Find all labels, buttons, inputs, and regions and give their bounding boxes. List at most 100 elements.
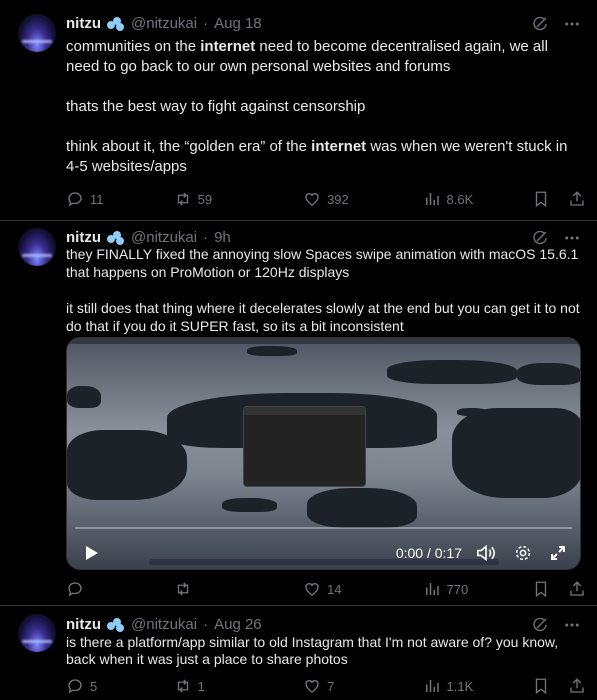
tweet-actions: 14 770 [66, 579, 586, 599]
tweet-paragraph: is there a platform/app similar to old I… [66, 634, 559, 667]
video-frame-rock [387, 360, 517, 384]
bookmark-icon[interactable] [532, 190, 550, 208]
video-frame-rock [452, 408, 580, 498]
views-count: 8.6K [446, 191, 474, 207]
tweet-header: nitzu @nitzukai · Aug 18 [66, 15, 262, 32]
views-icon [423, 190, 441, 208]
author-handle[interactable]: @nitzukai [131, 616, 197, 633]
like-count: 392 [327, 191, 349, 207]
video-progress-bar[interactable] [75, 527, 572, 529]
avatar[interactable] [18, 228, 56, 266]
author-name[interactable]: nitzu [66, 229, 101, 246]
views-icon [423, 580, 441, 598]
tweet-timestamp[interactable]: Aug 26 [214, 616, 262, 633]
video-frame-rock [247, 346, 297, 356]
verified-badge-icon [107, 230, 125, 245]
author-handle[interactable]: @nitzukai [131, 15, 197, 32]
like-icon [303, 580, 321, 598]
reply-icon [66, 677, 84, 695]
bookmark-icon[interactable] [532, 677, 550, 695]
grok-icon[interactable] [531, 15, 549, 33]
video-frame-rock [517, 363, 580, 385]
video-frame-rock [222, 498, 277, 512]
reply-button[interactable]: 5 [66, 677, 136, 695]
video-frame-rock [307, 488, 417, 528]
more-icon[interactable] [563, 616, 581, 634]
share-icon[interactable] [568, 190, 586, 208]
tweet-text: they FINALLY fixed the annoying slow Spa… [66, 245, 581, 335]
author-name[interactable]: nitzu [66, 616, 101, 633]
author-name[interactable]: nitzu [66, 15, 101, 32]
repost-icon [174, 580, 192, 598]
like-icon [303, 190, 321, 208]
tweet-paragraph: thats the best way to fight against cens… [66, 98, 366, 115]
reply-count: 5 [90, 678, 98, 694]
like-button[interactable]: 14 [303, 580, 422, 598]
bookmark-icon[interactable] [532, 580, 550, 598]
video-frame-rock [457, 408, 487, 416]
tweet-actions: 5 1 7 1.1K [66, 676, 586, 696]
video-frame-rock [67, 430, 187, 500]
reply-count: 11 [90, 191, 104, 207]
divider [0, 220, 597, 221]
share-icon[interactable] [568, 677, 586, 695]
like-count: 7 [327, 678, 335, 694]
tweet-paragraph: think about it, the “golden era” of the … [66, 138, 568, 175]
repost-count: 59 [197, 191, 213, 207]
tweet-paragraph: they FINALLY fixed the annoying slow Spa… [66, 246, 579, 280]
separator: · [203, 229, 209, 246]
video-player[interactable]: 0:00 / 0:17 [66, 337, 581, 570]
like-icon [303, 677, 321, 695]
tweet-timestamp[interactable]: Aug 18 [214, 15, 262, 32]
like-button[interactable]: 392 [303, 190, 422, 208]
fullscreen-icon[interactable] [550, 545, 566, 561]
tweet-actions: 11 59 392 8.6K [66, 189, 586, 209]
more-icon[interactable] [563, 15, 581, 33]
play-icon[interactable] [83, 545, 99, 561]
author-handle[interactable]: @nitzukai [131, 229, 197, 246]
tweet-header: nitzu @nitzukai · 9h [66, 229, 231, 246]
tweet-paragraph: it still does that thing where it decele… [66, 300, 580, 334]
tweet-header: nitzu @nitzukai · Aug 26 [66, 616, 262, 633]
share-icon[interactable] [568, 580, 586, 598]
settings-icon[interactable] [514, 544, 532, 562]
grok-icon[interactable] [531, 616, 549, 634]
tweet-header-icons [531, 15, 581, 33]
repost-button[interactable]: 59 [174, 190, 303, 208]
repost-icon [174, 190, 192, 208]
verified-badge-icon [107, 617, 125, 632]
volume-icon[interactable] [476, 544, 496, 562]
views-button[interactable]: 1.1K [423, 677, 532, 695]
video-time: 0:00 / 0:17 [395, 545, 462, 561]
reply-icon [66, 580, 84, 598]
like-count: 14 [327, 581, 342, 597]
tweet-timestamp[interactable]: 9h [214, 229, 231, 246]
reply-button[interactable]: 11 [66, 190, 136, 208]
tweet-text: is there a platform/app similar to old I… [66, 634, 581, 668]
avatar[interactable] [18, 614, 56, 652]
views-button[interactable]: 770 [423, 580, 532, 598]
tweet-text: communities on the internet need to beco… [66, 37, 581, 177]
views-button[interactable]: 8.6K [423, 190, 532, 208]
verified-badge-icon [107, 16, 125, 31]
divider [0, 605, 597, 606]
video-controls: 0:00 / 0:17 [67, 538, 580, 568]
avatar[interactable] [18, 14, 56, 52]
separator: · [203, 616, 209, 633]
repost-count: 1 [197, 678, 205, 694]
video-frame-menubar [67, 338, 580, 344]
like-button[interactable]: 7 [303, 677, 422, 695]
tweet-paragraph: communities on the internet need to beco… [66, 38, 548, 75]
repost-button[interactable]: 1 [174, 677, 303, 695]
video-frame-rock [67, 386, 101, 408]
tweet-header-icons [531, 616, 581, 634]
video-frame-window [243, 406, 366, 487]
views-count: 770 [446, 581, 469, 597]
reply-icon [66, 190, 84, 208]
views-count: 1.1K [446, 678, 474, 694]
views-icon [423, 677, 441, 695]
repost-icon [174, 677, 192, 695]
repost-button[interactable] [174, 580, 303, 598]
reply-button[interactable] [66, 580, 136, 598]
separator: · [203, 15, 209, 32]
